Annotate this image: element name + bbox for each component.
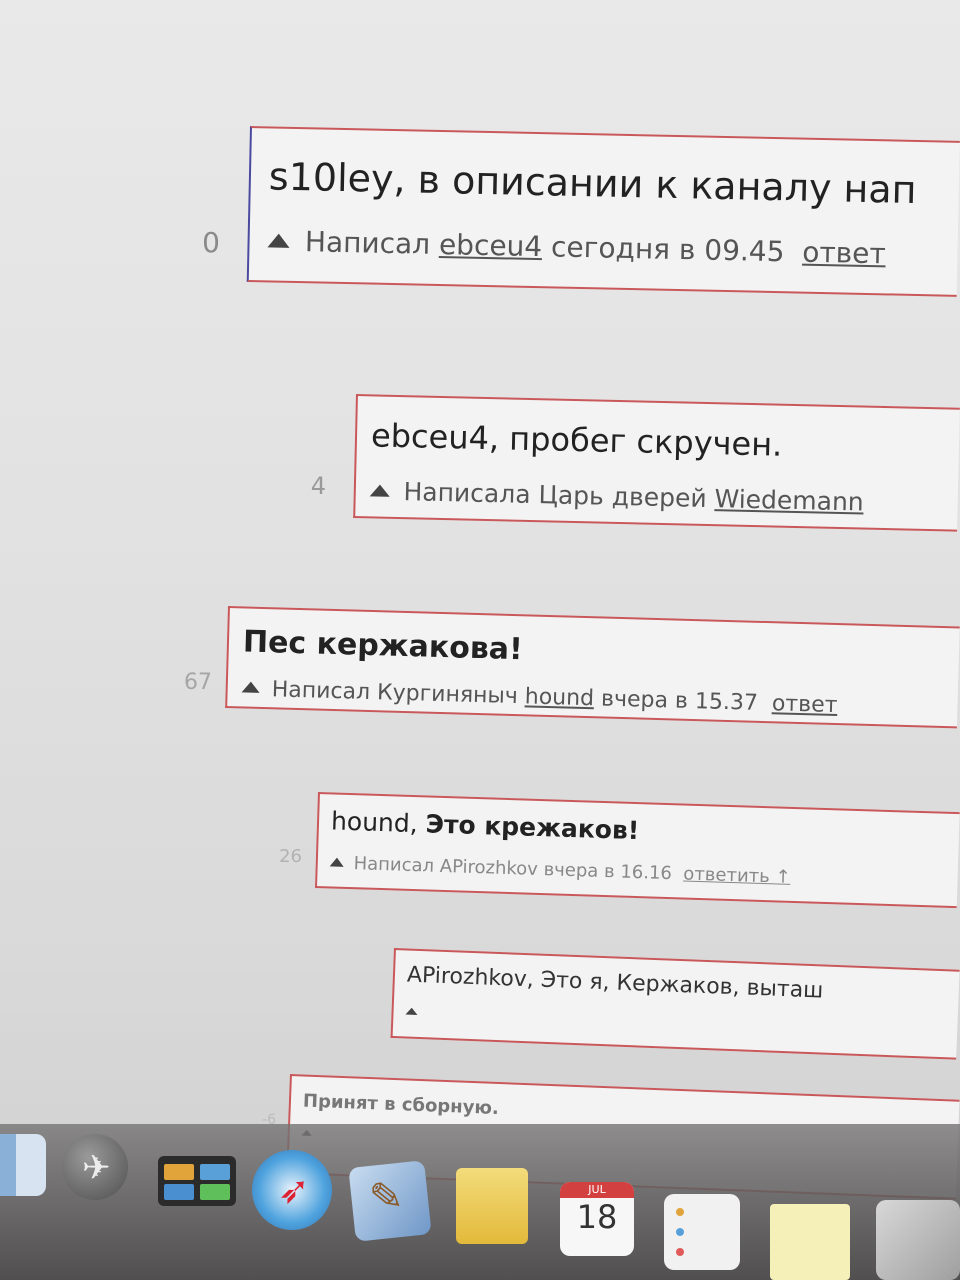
comment-meta: Написала Царь дверей Wiedemann	[369, 476, 864, 517]
comment-author-prefix: Написал Кургиняныч	[271, 677, 519, 710]
comment-author-prefix: Написал	[304, 225, 431, 261]
comment-score: 4	[310, 472, 326, 500]
calendar-icon[interactable]: JUL 18	[560, 1182, 634, 1256]
comment: ebceu4, пробег скручен. Написала Царь дв…	[353, 394, 960, 532]
launchpad-icon[interactable]: ✈	[62, 1134, 128, 1200]
comment: APirozhkov, Это я, Кержаков, выташ	[390, 948, 960, 1060]
reminder-dot-icon	[676, 1228, 684, 1236]
upvote-icon[interactable]	[329, 857, 344, 867]
mission-control-icon[interactable]	[158, 1156, 236, 1206]
comment-score: 0	[202, 226, 220, 259]
window-thumb-icon	[164, 1184, 194, 1200]
upvote-icon[interactable]	[241, 681, 260, 694]
comment-score: 67	[184, 670, 212, 695]
reply-link[interactable]: ответить ↑	[683, 864, 791, 888]
window-thumb-icon	[200, 1164, 230, 1180]
preview-icon[interactable]: ✎	[348, 1160, 432, 1242]
calendar-month: JUL	[560, 1182, 634, 1198]
upvote-icon[interactable]	[267, 233, 290, 248]
comment-timestamp: вчера в 15.37	[600, 686, 759, 716]
comment-text: APirozhkov, Это я, Кержаков, выташ	[406, 962, 824, 1004]
comment-meta: Написал Кургиняныч hound вчера в 15.37 о…	[241, 676, 838, 718]
reply-link[interactable]: ответ	[772, 691, 838, 718]
reminder-dot-icon	[676, 1208, 684, 1216]
comment-author-prefix: Написала Царь дверей	[403, 477, 708, 513]
comment: s10ley, в описании к каналу нап Написал …	[246, 126, 960, 297]
comment-author-link[interactable]: hound	[524, 684, 594, 711]
comment-feed: 0 s10ley, в описании к каналу нап Написа…	[0, 0, 960, 1280]
comment-author-link[interactable]: ebceu4	[439, 228, 543, 263]
comment-text: Пес кержакова!	[242, 624, 524, 668]
window-thumb-icon	[200, 1184, 230, 1200]
safari-icon[interactable]: ➶	[252, 1150, 332, 1230]
reply-link[interactable]: ответ	[802, 236, 886, 271]
comment-score: 26	[279, 846, 302, 867]
calendar-day: 18	[576, 1198, 618, 1236]
comment-text: ebceu4, пробег скручен.	[370, 416, 783, 464]
compass-icon: ➶	[278, 1168, 310, 1212]
notes-icon[interactable]	[456, 1168, 528, 1244]
comment-text: hound, Это крежаков!	[331, 806, 640, 845]
comment-text: Принят в сборную.	[302, 1090, 500, 1120]
comment-timestamp: сегодня в 09.45	[550, 230, 785, 269]
photo-booth-icon[interactable]	[876, 1200, 960, 1280]
upvote-icon[interactable]	[369, 484, 390, 497]
comment-meta: Написал ebceu4 сегодня в 09.45 ответ	[267, 224, 886, 270]
comment-author-link[interactable]: APirozhkov	[439, 856, 538, 880]
comment: Пес кержакова! Написал Кургиняныч hound …	[225, 606, 960, 729]
stickies-icon[interactable]	[770, 1204, 850, 1280]
reminders-icon[interactable]	[664, 1194, 740, 1270]
comment-mention[interactable]: hound,	[331, 806, 419, 838]
upvote-icon[interactable]	[405, 1007, 418, 1016]
comment-text: s10ley, в описании к каналу нап	[268, 154, 918, 212]
comment-author-link[interactable]: Wiedemann	[714, 484, 864, 516]
rocket-icon: ✈	[82, 1148, 111, 1188]
comment-meta: Написал APirozhkov вчера в 16.16 ответит…	[329, 852, 791, 888]
comment-author-prefix: Написал	[353, 853, 435, 877]
bird-icon: ✎	[367, 1172, 406, 1222]
comment: hound, Это крежаков! Написал APirozhkov …	[314, 792, 960, 909]
comment-timestamp: вчера в 16.16	[543, 859, 673, 885]
window-thumb-icon	[164, 1164, 194, 1180]
comment-meta	[405, 1002, 426, 1021]
finder-icon[interactable]	[0, 1134, 46, 1196]
reminder-dot-icon	[676, 1248, 684, 1256]
comment-body: Это крежаков!	[425, 809, 640, 846]
